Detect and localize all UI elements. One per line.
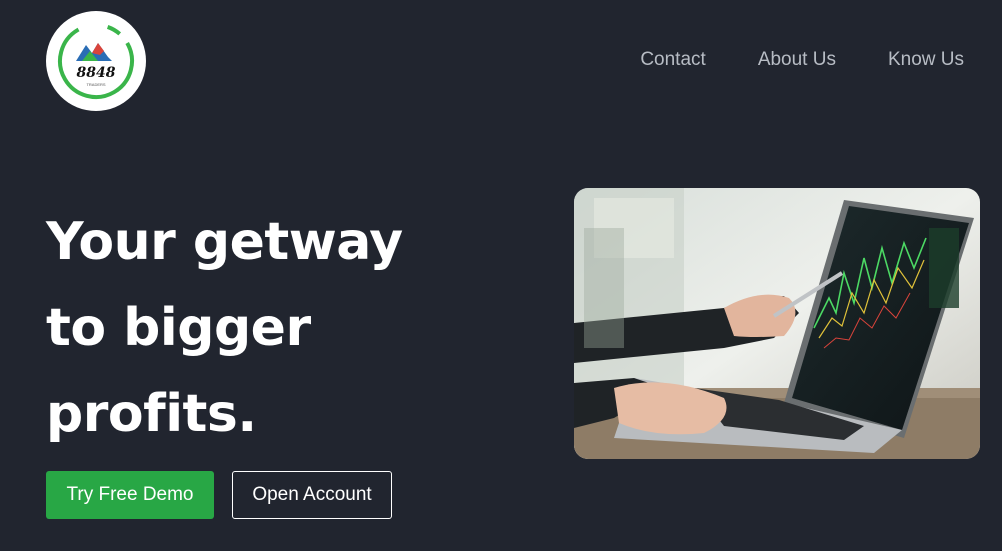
headline-line-1: Your getway [46, 212, 403, 272]
laptop-trading-illustration [574, 188, 980, 459]
logo-text: 8848 [77, 65, 116, 81]
open-account-button[interactable]: Open Account [232, 471, 392, 519]
nav-about-us-link[interactable]: About Us [758, 49, 836, 71]
logo-mark-icon: 8848 TRADERS [58, 23, 134, 99]
nav-know-us-link[interactable]: Know Us [888, 49, 964, 71]
try-free-demo-button[interactable]: Try Free Demo [46, 471, 214, 519]
headline-line-2: to bigger [46, 298, 311, 358]
hero-image [574, 188, 980, 459]
nav-contact-link[interactable]: Contact [640, 49, 705, 71]
headline-line-3: profits. [46, 384, 257, 444]
logo-subtext: TRADERS [86, 82, 105, 87]
brand-logo[interactable]: 8848 TRADERS [46, 11, 146, 111]
main-nav: Contact About Us Know Us [640, 49, 964, 71]
hero-headline: Your getway to bigger profits. [46, 199, 526, 457]
